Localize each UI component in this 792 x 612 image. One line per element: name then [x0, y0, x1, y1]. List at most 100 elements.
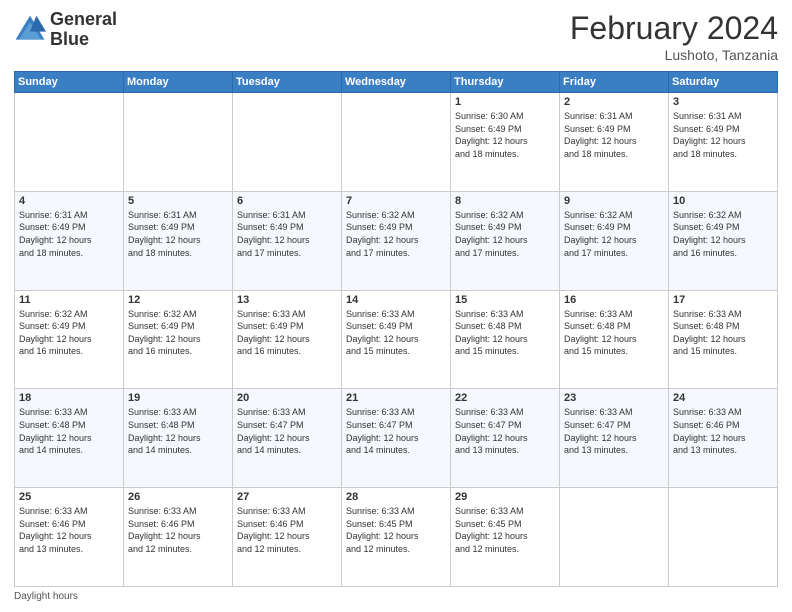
day-number: 25: [19, 491, 119, 503]
page: General Blue February 2024 Lushoto, Tanz…: [0, 0, 792, 612]
logo-icon: [14, 14, 46, 46]
calendar-cell: 16 Sunrise: 6:33 AM Sunset: 6:48 PM Dayli…: [560, 290, 669, 389]
calendar-cell: 19 Sunrise: 6:33 AM Sunset: 6:48 PM Dayli…: [124, 389, 233, 488]
day-number: 20: [237, 392, 337, 404]
calendar-header-saturday: Saturday: [669, 72, 778, 93]
calendar-cell: 26 Sunrise: 6:33 AM Sunset: 6:46 PM Dayli…: [124, 488, 233, 587]
calendar-cell: 27 Sunrise: 6:33 AM Sunset: 6:46 PM Dayli…: [233, 488, 342, 587]
calendar-week-4: 18 Sunrise: 6:33 AM Sunset: 6:48 PM Dayli…: [15, 389, 778, 488]
calendar-cell: 25 Sunrise: 6:33 AM Sunset: 6:46 PM Dayli…: [15, 488, 124, 587]
calendar-header-sunday: Sunday: [15, 72, 124, 93]
day-number: 16: [564, 294, 664, 306]
day-info: Sunrise: 6:33 AM Sunset: 6:47 PM Dayligh…: [237, 406, 337, 456]
calendar-header-wednesday: Wednesday: [342, 72, 451, 93]
calendar-week-1: 1 Sunrise: 6:30 AM Sunset: 6:49 PM Daylig…: [15, 93, 778, 192]
calendar-table: SundayMondayTuesdayWednesdayThursdayFrid…: [14, 71, 778, 587]
calendar-cell: 10 Sunrise: 6:32 AM Sunset: 6:49 PM Dayli…: [669, 191, 778, 290]
day-info: Sunrise: 6:33 AM Sunset: 6:49 PM Dayligh…: [237, 308, 337, 358]
calendar-cell: 20 Sunrise: 6:33 AM Sunset: 6:47 PM Dayli…: [233, 389, 342, 488]
calendar-cell: 18 Sunrise: 6:33 AM Sunset: 6:48 PM Dayli…: [15, 389, 124, 488]
logo-text: General Blue: [50, 10, 117, 50]
calendar-cell: 23Sunrise: 6:33 AM Sunset: 6:47 PM Dayli…: [560, 389, 669, 488]
calendar-cell: 5Sunrise: 6:31 AM Sunset: 6:49 PM Daylig…: [124, 191, 233, 290]
logo: General Blue: [14, 10, 117, 50]
calendar-cell: 15 Sunrise: 6:33 AM Sunset: 6:48 PM Dayli…: [451, 290, 560, 389]
calendar-cell: 7 Sunrise: 6:32 AM Sunset: 6:49 PM Daylig…: [342, 191, 451, 290]
calendar-cell: [233, 93, 342, 192]
calendar-cell: 28Sunrise: 6:33 AM Sunset: 6:45 PM Dayli…: [342, 488, 451, 587]
day-info: Sunrise: 6:33 AM Sunset: 6:47 PM Dayligh…: [455, 406, 555, 456]
calendar-header-tuesday: Tuesday: [233, 72, 342, 93]
calendar-cell: 22Sunrise: 6:33 AM Sunset: 6:47 PM Dayli…: [451, 389, 560, 488]
calendar-cell: 13 Sunrise: 6:33 AM Sunset: 6:49 PM Dayli…: [233, 290, 342, 389]
day-info: Sunrise: 6:33 AM Sunset: 6:48 PM Dayligh…: [19, 406, 119, 456]
calendar-cell: [15, 93, 124, 192]
day-info: Sunrise: 6:33 AM Sunset: 6:45 PM Dayligh…: [455, 505, 555, 555]
calendar-header-row: SundayMondayTuesdayWednesdayThursdayFrid…: [15, 72, 778, 93]
day-info: Sunrise: 6:33 AM Sunset: 6:47 PM Dayligh…: [346, 406, 446, 456]
day-number: 10: [673, 195, 773, 207]
day-number: 9: [564, 195, 664, 207]
day-number: 24: [673, 392, 773, 404]
day-info: Sunrise: 6:33 AM Sunset: 6:46 PM Dayligh…: [128, 505, 228, 555]
day-info: Sunrise: 6:33 AM Sunset: 6:49 PM Dayligh…: [346, 308, 446, 358]
calendar-cell: 1 Sunrise: 6:30 AM Sunset: 6:49 PM Daylig…: [451, 93, 560, 192]
calendar-header-monday: Monday: [124, 72, 233, 93]
calendar-cell: 9 Sunrise: 6:32 AM Sunset: 6:49 PM Daylig…: [560, 191, 669, 290]
day-number: 3: [673, 96, 773, 108]
calendar-cell: 11Sunrise: 6:32 AM Sunset: 6:49 PM Dayli…: [15, 290, 124, 389]
day-info: Sunrise: 6:31 AM Sunset: 6:49 PM Dayligh…: [19, 209, 119, 259]
calendar-header-friday: Friday: [560, 72, 669, 93]
day-number: 7: [346, 195, 446, 207]
calendar-cell: 17 Sunrise: 6:33 AM Sunset: 6:48 PM Dayli…: [669, 290, 778, 389]
day-info: Sunrise: 6:30 AM Sunset: 6:49 PM Dayligh…: [455, 110, 555, 160]
day-info: Sunrise: 6:32 AM Sunset: 6:49 PM Dayligh…: [455, 209, 555, 259]
day-info: Sunrise: 6:32 AM Sunset: 6:49 PM Dayligh…: [673, 209, 773, 259]
day-number: 8: [455, 195, 555, 207]
day-number: 6: [237, 195, 337, 207]
day-info: Sunrise: 6:33 AM Sunset: 6:48 PM Dayligh…: [673, 308, 773, 358]
day-number: 1: [455, 96, 555, 108]
day-number: 17: [673, 294, 773, 306]
day-info: Sunrise: 6:33 AM Sunset: 6:48 PM Dayligh…: [128, 406, 228, 456]
calendar-cell: 29 Sunrise: 6:33 AM Sunset: 6:45 PM Dayli…: [451, 488, 560, 587]
day-number: 27: [237, 491, 337, 503]
day-number: 12: [128, 294, 228, 306]
calendar-cell: 24 Sunrise: 6:33 AM Sunset: 6:46 PM Dayli…: [669, 389, 778, 488]
day-info: Sunrise: 6:32 AM Sunset: 6:49 PM Dayligh…: [346, 209, 446, 259]
day-info: Sunrise: 6:33 AM Sunset: 6:46 PM Dayligh…: [237, 505, 337, 555]
day-number: 29: [455, 491, 555, 503]
day-number: 18: [19, 392, 119, 404]
header: General Blue February 2024 Lushoto, Tanz…: [14, 10, 778, 63]
day-number: 13: [237, 294, 337, 306]
day-info: Sunrise: 6:33 AM Sunset: 6:46 PM Dayligh…: [19, 505, 119, 555]
calendar-week-3: 11Sunrise: 6:32 AM Sunset: 6:49 PM Dayli…: [15, 290, 778, 389]
calendar-cell: 8 Sunrise: 6:32 AM Sunset: 6:49 PM Daylig…: [451, 191, 560, 290]
footer-label: Daylight hours: [14, 591, 78, 602]
day-info: Sunrise: 6:33 AM Sunset: 6:48 PM Dayligh…: [564, 308, 664, 358]
day-number: 21: [346, 392, 446, 404]
calendar-cell: [342, 93, 451, 192]
day-info: Sunrise: 6:33 AM Sunset: 6:48 PM Dayligh…: [455, 308, 555, 358]
day-number: 28: [346, 491, 446, 503]
day-info: Sunrise: 6:31 AM Sunset: 6:49 PM Dayligh…: [564, 110, 664, 160]
calendar-cell: 2Sunrise: 6:31 AM Sunset: 6:49 PM Daylig…: [560, 93, 669, 192]
footer: Daylight hours: [14, 591, 778, 602]
day-info: Sunrise: 6:31 AM Sunset: 6:49 PM Dayligh…: [237, 209, 337, 259]
calendar-cell: 3 Sunrise: 6:31 AM Sunset: 6:49 PM Daylig…: [669, 93, 778, 192]
day-number: 26: [128, 491, 228, 503]
day-number: 23: [564, 392, 664, 404]
day-number: 15: [455, 294, 555, 306]
day-number: 19: [128, 392, 228, 404]
calendar-cell: [124, 93, 233, 192]
calendar-header-thursday: Thursday: [451, 72, 560, 93]
calendar-cell: [560, 488, 669, 587]
title-block: February 2024 Lushoto, Tanzania: [570, 10, 778, 63]
calendar-cell: 14Sunrise: 6:33 AM Sunset: 6:49 PM Dayli…: [342, 290, 451, 389]
location: Lushoto, Tanzania: [570, 47, 778, 63]
day-info: Sunrise: 6:33 AM Sunset: 6:46 PM Dayligh…: [673, 406, 773, 456]
calendar-cell: 21 Sunrise: 6:33 AM Sunset: 6:47 PM Dayli…: [342, 389, 451, 488]
day-info: Sunrise: 6:31 AM Sunset: 6:49 PM Dayligh…: [673, 110, 773, 160]
day-info: Sunrise: 6:32 AM Sunset: 6:49 PM Dayligh…: [128, 308, 228, 358]
day-info: Sunrise: 6:32 AM Sunset: 6:49 PM Dayligh…: [564, 209, 664, 259]
